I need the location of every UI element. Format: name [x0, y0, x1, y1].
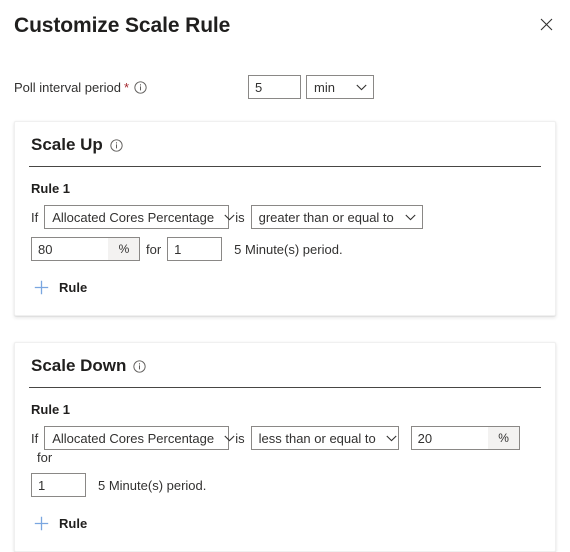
page-title: Customize Scale Rule	[14, 14, 231, 37]
scale-down-period-text: 5 Minute(s) period.	[98, 477, 207, 493]
scale-up-metric-dropdown[interactable]: Allocated Cores Percentage	[44, 205, 235, 229]
chevron-down-icon	[224, 214, 235, 221]
poll-interval-unit-value: min	[314, 79, 335, 95]
percent-suffix: %	[487, 427, 519, 449]
poll-interval-unit-dropdown[interactable]: min	[306, 75, 374, 99]
scale-up-metric-value: Allocated Cores Percentage	[52, 209, 215, 225]
scale-down-header: Scale Down	[15, 343, 555, 387]
scale-down-threshold-input[interactable]	[411, 427, 488, 449]
scale-up-threshold-input[interactable]	[32, 238, 108, 260]
scale-up-operator-dropdown[interactable]: greater than or equal to	[250, 205, 423, 229]
plus-icon	[31, 277, 51, 297]
scale-up-title: Scale Up	[31, 135, 103, 154]
chevron-down-icon	[224, 435, 235, 442]
is-label: is	[235, 209, 245, 225]
chevron-down-icon	[356, 84, 367, 91]
info-icon[interactable]	[133, 359, 147, 373]
scale-up-threshold-field[interactable]: %	[31, 237, 140, 261]
scale-down-card: Scale Down Rule 1 If Allocated Cores Per…	[14, 342, 556, 552]
plus-icon	[31, 513, 51, 533]
scale-down-operator-dropdown[interactable]: less than or equal to	[250, 426, 399, 450]
poll-interval-label-text: Poll interval period	[14, 79, 121, 95]
scale-down-body: Rule 1 If Allocated Cores Percentage is …	[15, 388, 555, 551]
scale-down-period-count-input[interactable]	[31, 473, 86, 497]
scale-down-condition-row: If Allocated Cores Percentage is less th…	[31, 426, 539, 465]
scale-up-condition-row: If Allocated Cores Percentage is greater…	[31, 205, 539, 229]
scale-up-add-rule-button[interactable]: Rule	[31, 275, 87, 299]
required-indicator: *	[123, 79, 130, 95]
info-icon[interactable]	[134, 80, 147, 94]
chevron-down-icon	[405, 214, 416, 221]
scale-up-period-count-input[interactable]	[167, 237, 223, 261]
scale-up-threshold-row: % for 5 Minute(s) period.	[31, 237, 539, 261]
scale-down-operator-value: less than or equal to	[258, 430, 376, 446]
close-button[interactable]	[532, 10, 560, 38]
poll-interval-row: Poll interval period * min	[0, 74, 570, 100]
if-label: If	[31, 209, 39, 225]
scale-down-metric-value: Allocated Cores Percentage	[52, 430, 215, 446]
for-label: for	[146, 241, 162, 257]
poll-interval-fields: min	[248, 75, 374, 99]
percent-suffix: %	[108, 238, 139, 260]
scale-up-operator-value: greater than or equal to	[258, 209, 394, 225]
poll-interval-input[interactable]	[248, 75, 301, 99]
scale-up-body: Rule 1 If Allocated Cores Percentage is …	[15, 167, 555, 315]
scale-down-add-rule-label: Rule	[59, 515, 88, 531]
scale-down-title: Scale Down	[31, 356, 127, 375]
scale-up-add-rule-label: Rule	[59, 279, 88, 295]
for-label: for	[37, 450, 53, 465]
close-icon	[540, 18, 553, 31]
panel-header: Customize Scale Rule	[0, 0, 570, 48]
scale-up-period-text: 5 Minute(s) period.	[234, 241, 343, 257]
scale-down-metric-dropdown[interactable]: Allocated Cores Percentage	[44, 426, 235, 450]
scale-up-rule-label: Rule 1	[31, 181, 71, 196]
chevron-down-icon	[386, 435, 397, 442]
if-label: If	[31, 430, 39, 446]
poll-interval-label: Poll interval period *	[14, 80, 147, 95]
scale-down-period-row: 5 Minute(s) period.	[31, 473, 539, 497]
scale-up-header: Scale Up	[15, 122, 555, 166]
scale-up-card: Scale Up Rule 1 If Allocated Cores Perce…	[14, 121, 556, 316]
is-label: is	[235, 430, 245, 446]
scale-down-threshold-field[interactable]: %	[410, 426, 520, 450]
scale-down-add-rule-button[interactable]: Rule	[31, 511, 87, 535]
info-icon[interactable]	[110, 138, 123, 152]
scale-down-rule-label: Rule 1	[31, 402, 71, 417]
